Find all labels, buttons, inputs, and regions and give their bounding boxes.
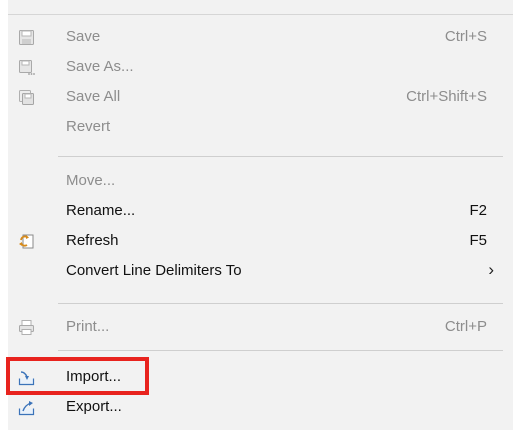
menu-item-revert[interactable]: Revert xyxy=(8,112,513,142)
menu-item-label: Move... xyxy=(66,172,116,189)
menu-item-print[interactable]: Print... Ctrl+P xyxy=(8,312,513,342)
menu-item-move[interactable]: Move... xyxy=(8,166,513,196)
menu-item-label: Save xyxy=(66,28,101,45)
menu-item-save-all[interactable]: Save All Ctrl+Shift+S xyxy=(8,82,513,112)
menu-item-export[interactable]: Export... xyxy=(8,392,513,422)
menu-item-convert-line-delimiters[interactable]: Convert Line Delimiters To › xyxy=(8,256,513,286)
menu-item-shortcut: Ctrl+P xyxy=(444,318,487,335)
menu-item-save-as[interactable]: Save As... xyxy=(8,52,513,82)
menu-item-refresh[interactable]: Refresh F5 xyxy=(8,226,513,256)
save-as-icon xyxy=(18,59,35,76)
submenu-arrow-icon: › xyxy=(488,260,494,279)
menu-item-shortcut: Ctrl+Shift+S xyxy=(406,88,487,105)
menu-item-label: Save As... xyxy=(66,58,134,75)
export-icon xyxy=(18,399,35,416)
menu-item-save[interactable]: Save Ctrl+S xyxy=(8,22,513,52)
menu-item-label: Export... xyxy=(66,398,122,415)
file-context-menu: Save Ctrl+S Save As... Save All Ctrl+Shi… xyxy=(0,0,513,430)
import-highlight-box xyxy=(6,357,149,395)
menu-item-label: Revert xyxy=(66,118,111,135)
printer-icon xyxy=(18,319,35,336)
menu-item-label: Print... xyxy=(66,318,110,335)
menu-item-shortcut: Ctrl+S xyxy=(444,28,487,45)
menu-item-rename[interactable]: Rename... F2 xyxy=(8,196,513,226)
menu-top-border xyxy=(8,14,513,15)
menu-separator xyxy=(58,350,503,351)
menu-item-label: Save All xyxy=(66,88,121,105)
menu-item-shortcut: F2 xyxy=(469,202,487,219)
menu-item-label: Convert Line Delimiters To xyxy=(66,262,242,279)
menu-item-label: Rename... xyxy=(66,202,136,219)
menu-separator xyxy=(58,156,503,157)
refresh-icon xyxy=(18,233,35,250)
menu-item-label: Refresh xyxy=(66,232,119,249)
floppy-disk-icon xyxy=(18,29,35,46)
save-all-icon xyxy=(18,89,35,106)
menu-item-shortcut: F5 xyxy=(469,232,487,249)
menu-separator xyxy=(58,303,503,304)
